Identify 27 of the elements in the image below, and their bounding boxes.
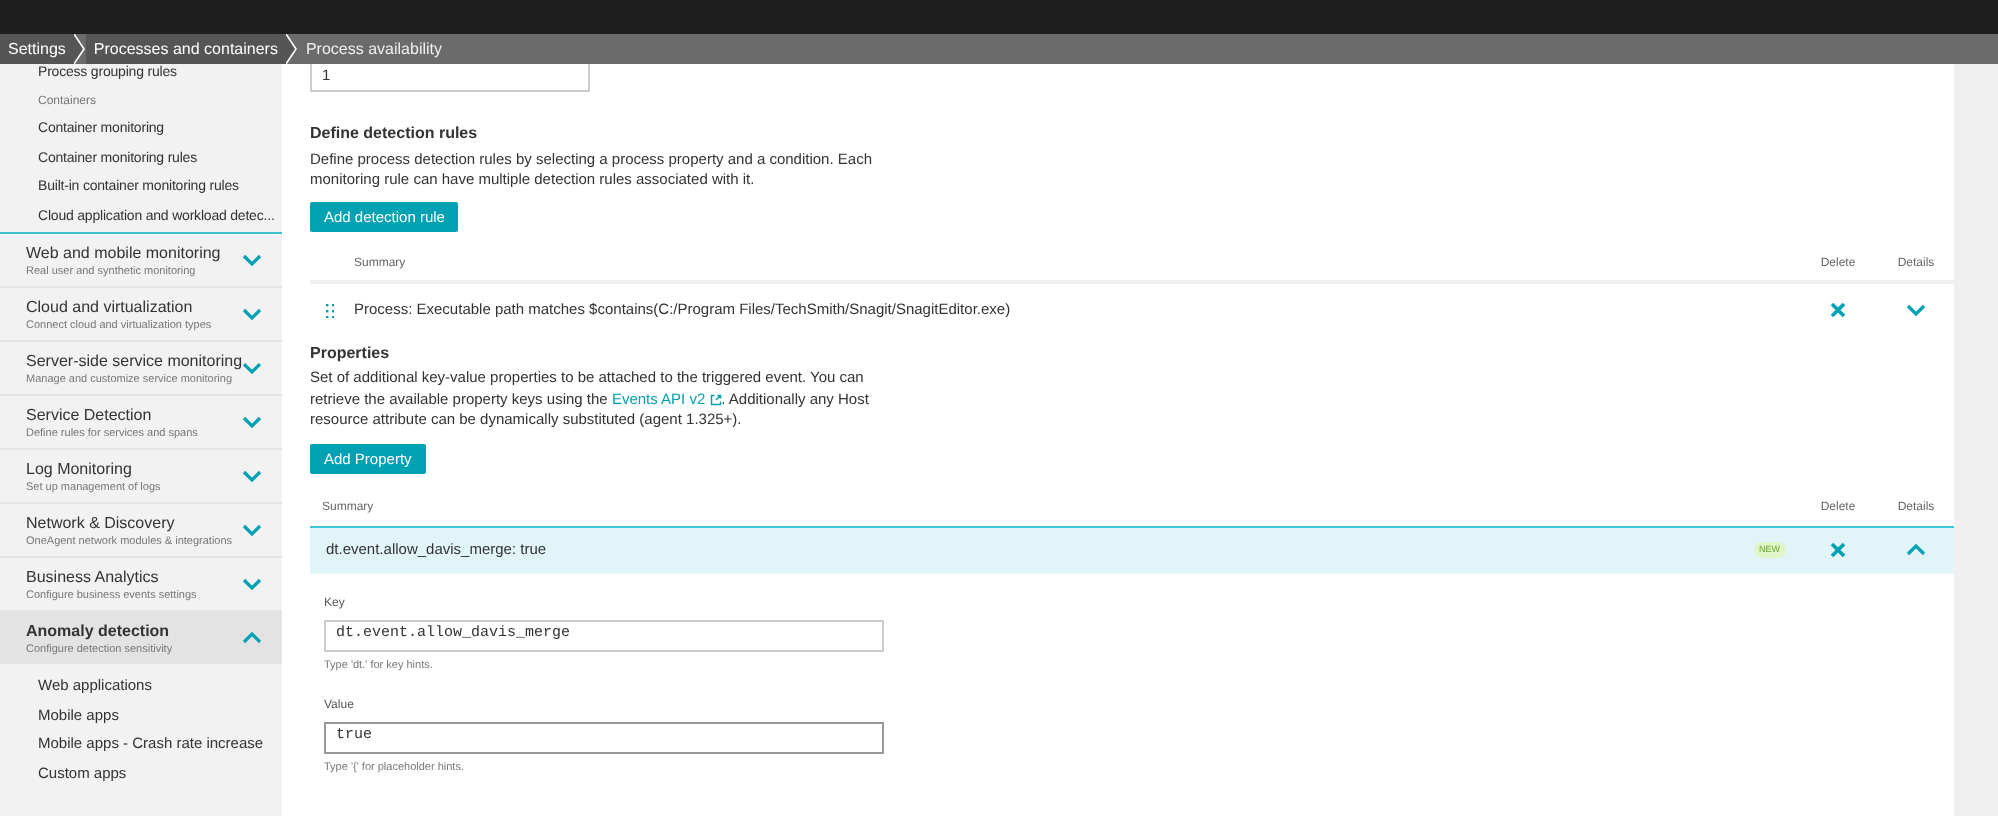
group-title: Log Monitoring (26, 457, 134, 479)
chevron-down-icon[interactable] (242, 308, 262, 320)
scrollbar[interactable] (1954, 64, 1998, 816)
chevron-up-icon[interactable] (242, 632, 262, 644)
group-title: Server-side service monitoring (26, 349, 243, 371)
chevron-up-icon[interactable] (1906, 544, 1926, 556)
drag-handle-icon[interactable] (326, 303, 334, 317)
breadcrumb-separator-icon (73, 34, 86, 64)
chevron-down-icon[interactable] (1906, 304, 1926, 316)
section-title: Properties (310, 342, 392, 366)
group-title: Cloud and virtualization (26, 295, 195, 317)
close-icon[interactable] (1830, 542, 1846, 558)
breadcrumb-link[interactable]: Process availability (297, 34, 450, 64)
group-title: Service Detection (26, 403, 154, 425)
external-link-icon (709, 393, 722, 406)
chevron-down-icon[interactable] (242, 362, 262, 374)
chevron-down-icon[interactable] (242, 470, 262, 482)
chevron-down-icon[interactable] (242, 254, 262, 266)
group-title: Web and mobile monitoring (26, 241, 221, 263)
close-icon[interactable] (1830, 302, 1846, 318)
chevron-down-icon[interactable] (242, 416, 262, 428)
group-title: Network & Discovery (26, 511, 177, 533)
chevron-down-icon[interactable] (242, 578, 262, 590)
group-title: Business Analytics (26, 565, 161, 587)
chevron-down-icon[interactable] (242, 524, 262, 536)
section-title: Define detection rules (310, 122, 480, 146)
group-title: Anomaly detection (26, 619, 172, 641)
